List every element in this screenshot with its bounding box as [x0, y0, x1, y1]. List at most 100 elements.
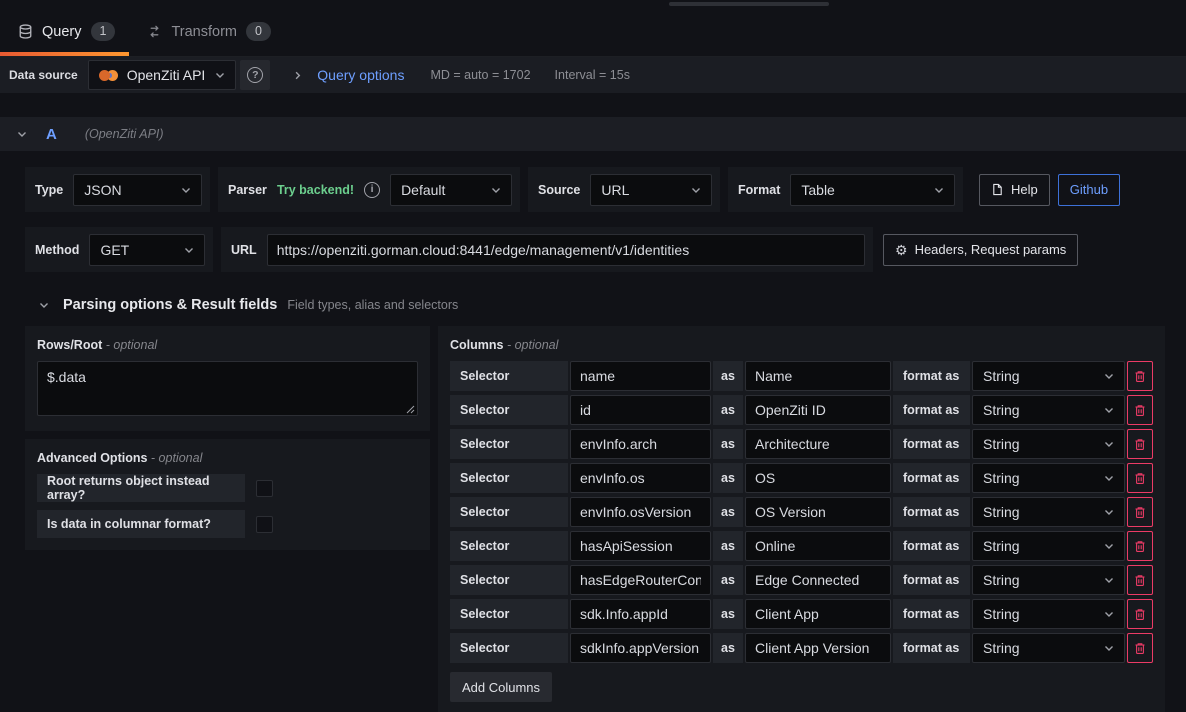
format-type-select-value: String — [983, 436, 1020, 452]
as-chip-label: as — [713, 463, 743, 493]
alias-input[interactable] — [745, 429, 891, 459]
format-select-value: Table — [801, 182, 834, 198]
selector-input[interactable] — [570, 599, 711, 629]
url-label: URL — [229, 243, 257, 257]
url-input[interactable] — [267, 234, 865, 266]
delete-column-button[interactable] — [1127, 531, 1153, 561]
datasource-picker[interactable]: OpenZiti API — [88, 60, 237, 90]
delete-column-button[interactable] — [1127, 633, 1153, 663]
format-type-select[interactable]: String — [972, 531, 1125, 561]
datasource-help-button[interactable]: ? — [240, 60, 270, 90]
method-label: Method — [33, 243, 79, 257]
selector-input[interactable] — [570, 633, 711, 663]
advanced-options-optional-text: - optional — [151, 451, 202, 465]
rows-root-label: Rows/Root - optional — [37, 338, 418, 352]
method-select[interactable]: GET — [89, 234, 205, 266]
delete-column-button[interactable] — [1127, 497, 1153, 527]
rows-root-label-text: Rows/Root — [37, 338, 102, 352]
rows-root-input[interactable] — [37, 361, 418, 416]
selector-input[interactable] — [570, 565, 711, 595]
selector-input[interactable] — [570, 497, 711, 527]
source-label: Source — [536, 183, 580, 197]
selector-input[interactable] — [570, 395, 711, 425]
format-select[interactable]: Table — [790, 174, 955, 206]
alias-input[interactable] — [745, 395, 891, 425]
datasource-label: Data source — [9, 68, 78, 82]
alias-input[interactable] — [745, 531, 891, 561]
delete-column-button[interactable] — [1127, 361, 1153, 391]
tab-query-label: Query — [42, 24, 82, 40]
rows-root-panel: Rows/Root - optional — [25, 326, 430, 431]
trash-icon — [1134, 370, 1146, 383]
tab-transform-label: Transform — [171, 24, 237, 40]
section-title: Parsing options & Result fields — [63, 297, 277, 313]
help-button[interactable]: Help — [979, 174, 1050, 206]
help-button-label: Help — [1011, 182, 1038, 197]
selector-input[interactable] — [570, 463, 711, 493]
delete-column-button[interactable] — [1127, 599, 1153, 629]
parser-select[interactable]: Default — [390, 174, 512, 206]
alias-input[interactable] — [745, 497, 891, 527]
delete-column-button[interactable] — [1127, 565, 1153, 595]
add-columns-button[interactable]: Add Columns — [450, 672, 552, 702]
headers-button-label: Headers, Request params — [915, 242, 1067, 257]
format-type-select[interactable]: String — [972, 497, 1125, 527]
format-type-select-value: String — [983, 538, 1020, 554]
selector-input[interactable] — [570, 429, 711, 459]
selector-chip-label: Selector — [450, 497, 568, 527]
editor-row-type: Type JSON Parser Try backend! i Default … — [25, 167, 1165, 212]
format-type-select[interactable]: String — [972, 599, 1125, 629]
delete-column-button[interactable] — [1127, 463, 1153, 493]
format-type-select[interactable]: String — [972, 429, 1125, 459]
tab-query[interactable]: Query 1 — [16, 22, 117, 56]
format-type-select[interactable]: String — [972, 633, 1125, 663]
alias-input[interactable] — [745, 361, 891, 391]
advanced-options-label-text: Advanced Options — [37, 451, 147, 465]
alias-input[interactable] — [745, 565, 891, 595]
query-options-chevron-icon[interactable] — [292, 70, 303, 81]
query-options-link[interactable]: Query options — [317, 67, 404, 83]
headers-request-params-button[interactable]: ⚙ Headers, Request params — [883, 234, 1078, 266]
columnar-format-checkbox[interactable] — [256, 516, 273, 533]
selector-input[interactable] — [570, 531, 711, 561]
database-icon — [18, 24, 33, 39]
alias-input[interactable] — [745, 463, 891, 493]
delete-column-button[interactable] — [1127, 395, 1153, 425]
parsing-options-section-header[interactable]: Parsing options & Result fields Field ty… — [25, 297, 1165, 313]
columns-label-text: Columns — [450, 338, 503, 352]
interval-text: Interval = 15s — [555, 68, 630, 82]
format-type-select[interactable]: String — [972, 463, 1125, 493]
chevron-down-icon — [183, 244, 195, 256]
query-header-row[interactable]: A (OpenZiti API) — [0, 117, 1186, 151]
trash-icon — [1134, 438, 1146, 451]
format-type-select[interactable]: String — [972, 565, 1125, 595]
trash-icon — [1134, 540, 1146, 553]
type-select[interactable]: JSON — [73, 174, 202, 206]
delete-column-button[interactable] — [1127, 429, 1153, 459]
pane-resize-handle[interactable] — [669, 2, 829, 6]
format-type-select-value: String — [983, 606, 1020, 622]
format-type-select[interactable]: String — [972, 361, 1125, 391]
root-returns-object-checkbox[interactable] — [256, 480, 273, 497]
format-type-select-value: String — [983, 470, 1020, 486]
chevron-down-icon — [1103, 574, 1115, 586]
selector-chip-label: Selector — [450, 395, 568, 425]
url-field-group: URL — [221, 227, 873, 272]
selector-input[interactable] — [570, 361, 711, 391]
info-circle-icon[interactable]: i — [364, 182, 380, 198]
max-data-points-text: MD = auto = 1702 — [430, 68, 530, 82]
github-button[interactable]: Github — [1058, 174, 1120, 206]
chevron-down-icon — [933, 184, 945, 196]
chevron-down-icon — [1103, 370, 1115, 382]
trash-icon — [1134, 608, 1146, 621]
as-chip-label: as — [713, 633, 743, 663]
format-type-select[interactable]: String — [972, 395, 1125, 425]
advanced-option-row: Is data in columnar format? — [37, 510, 418, 538]
editor-row-url: Method GET URL ⚙ Headers, Request params — [25, 227, 1165, 272]
alias-input[interactable] — [745, 633, 891, 663]
source-select[interactable]: URL — [590, 174, 712, 206]
alias-input[interactable] — [745, 599, 891, 629]
tab-transform[interactable]: Transform 0 — [145, 22, 272, 56]
collapse-chevron-icon[interactable] — [16, 128, 28, 140]
query-ref-id: A — [46, 126, 57, 143]
